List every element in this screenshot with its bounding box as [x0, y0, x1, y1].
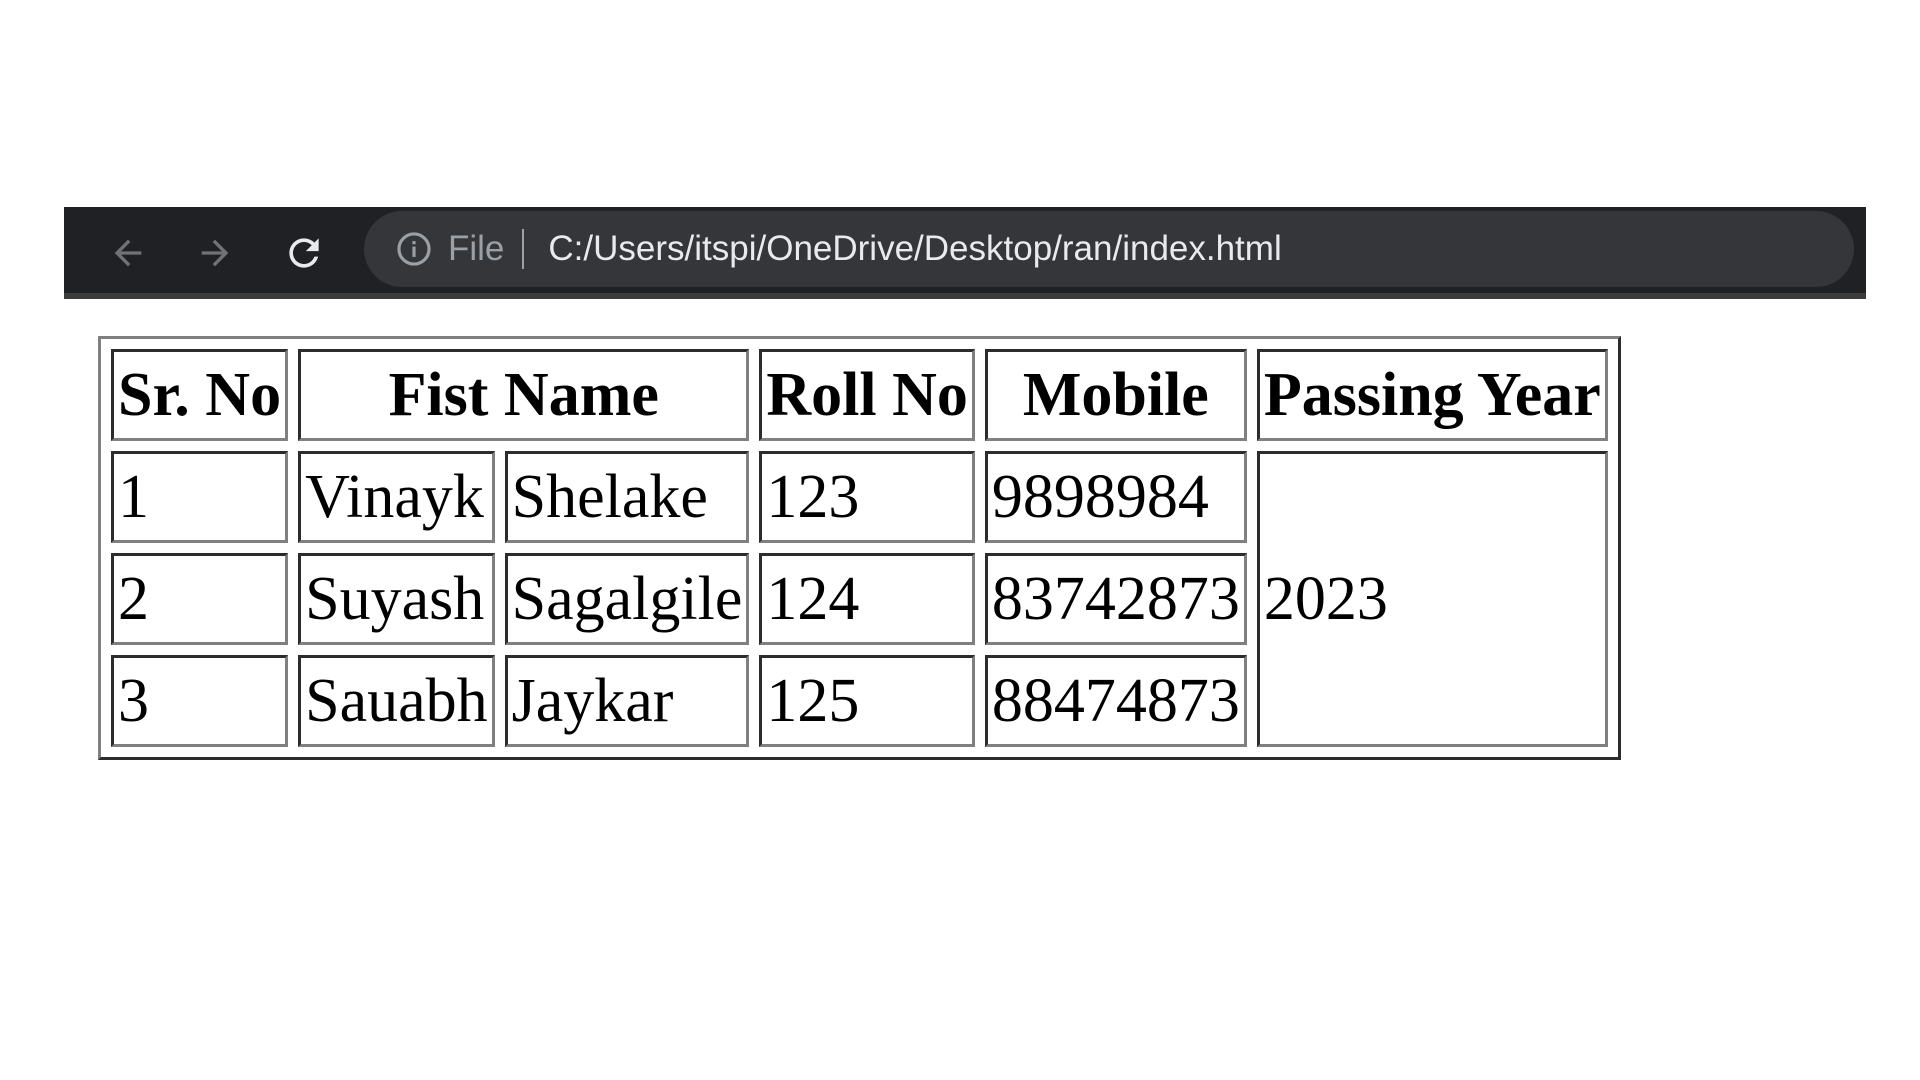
divider — [522, 229, 525, 269]
cell-mobile: 83742873 — [984, 553, 1247, 645]
reload-icon — [289, 238, 319, 268]
arrow-right-icon — [201, 239, 229, 267]
cell-sr-no: 1 — [111, 451, 289, 543]
arrow-left-icon — [114, 239, 142, 267]
forward-button[interactable] — [189, 227, 241, 279]
cell-roll-no: 125 — [759, 655, 975, 747]
cell-roll-no: 123 — [759, 451, 975, 543]
cell-sr-no: 3 — [111, 655, 289, 747]
header-roll-no: Roll No — [759, 349, 975, 441]
cell-passing-year: 2023 — [1256, 451, 1608, 747]
header-sr-no: Sr. No — [111, 349, 289, 441]
header-mobile: Mobile — [984, 349, 1247, 441]
url-text[interactable]: C:/Users/itspi/OneDrive/Desktop/ran/inde… — [548, 229, 1281, 269]
reload-button[interactable] — [278, 227, 330, 279]
cell-last-name: Shelake — [504, 451, 750, 543]
back-button[interactable] — [102, 227, 154, 279]
cell-first-name: Vinayk — [298, 451, 495, 543]
cell-first-name: Sauabh — [298, 655, 495, 747]
address-bar[interactable]: File C:/Users/itspi/OneDrive/Desktop/ran… — [364, 211, 1854, 287]
header-first-name: Fist Name — [298, 349, 750, 441]
header-passing-year: Passing Year — [1256, 349, 1608, 441]
cell-sr-no: 2 — [111, 553, 289, 645]
table-row: 1 Vinayk Shelake 123 9898984 2023 — [111, 451, 1608, 747]
cell-first-name: Suyash — [298, 553, 495, 645]
browser-toolbar: File C:/Users/itspi/OneDrive/Desktop/ran… — [64, 207, 1866, 299]
student-table: Sr. No Fist Name Roll No Mobile Passing … — [98, 336, 1621, 760]
info-icon[interactable] — [394, 229, 434, 269]
cell-last-name: Sagalgile — [504, 553, 750, 645]
table-header-row: Sr. No Fist Name Roll No Mobile Passing … — [111, 349, 1608, 441]
cell-mobile: 88474873 — [984, 655, 1247, 747]
cell-last-name: Jaykar — [504, 655, 750, 747]
cell-mobile: 9898984 — [984, 451, 1247, 543]
site-info-label[interactable]: File — [448, 229, 504, 269]
cell-roll-no: 124 — [759, 553, 975, 645]
